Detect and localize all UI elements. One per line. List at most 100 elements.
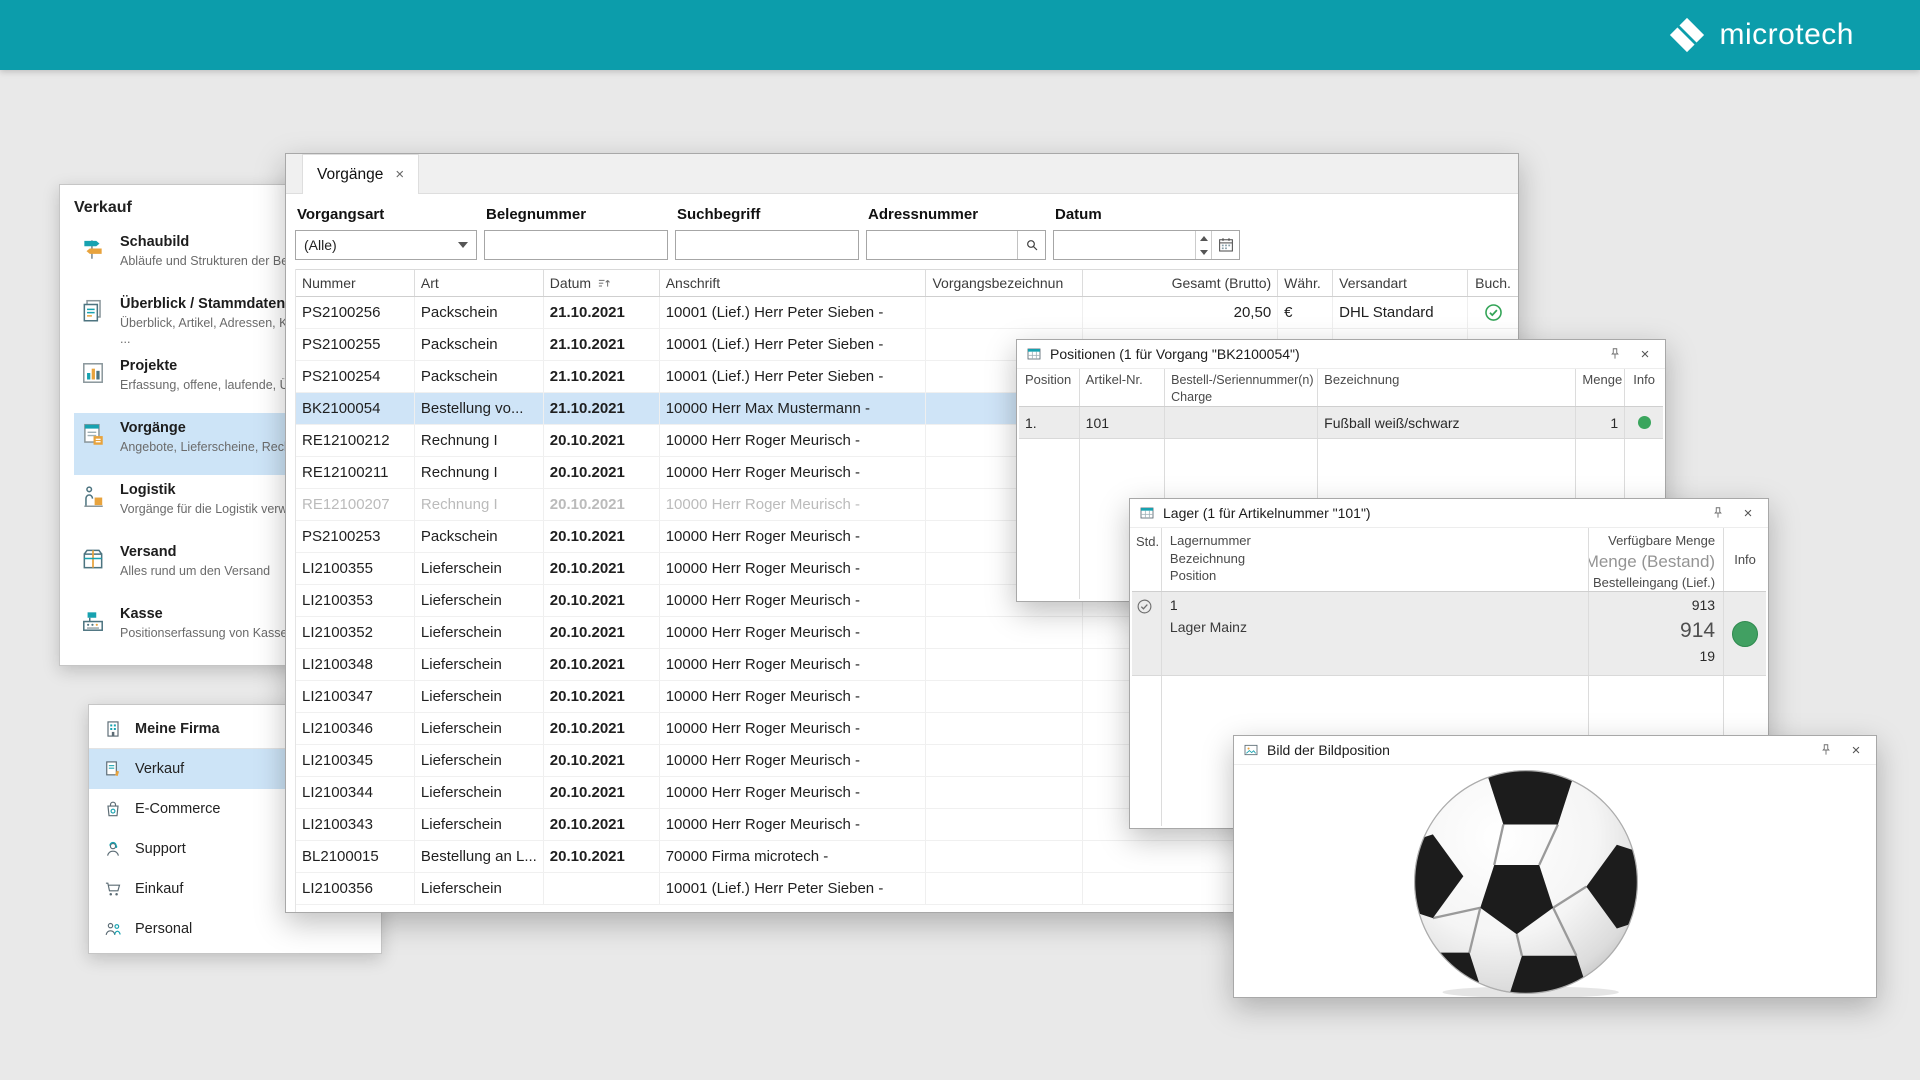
- column-header-gesamt[interactable]: Gesamt (Brutto): [1083, 270, 1278, 296]
- column-header-anschrift[interactable]: Anschrift: [660, 270, 927, 296]
- cell-datum: 20.10.2021: [544, 585, 660, 616]
- column-header-waehrung[interactable]: Währ.: [1278, 270, 1333, 296]
- filter-belegnummer: Belegnummer: [484, 204, 668, 260]
- cell-versandart: DHL Standard: [1333, 297, 1468, 328]
- booked-check-icon: [1484, 303, 1503, 322]
- adressnummer-label: Adressnummer: [868, 206, 1046, 223]
- cell-datum: 20.10.2021: [544, 809, 660, 840]
- column-header-mengen[interactable]: Verfügbare Menge Menge (Bestand) Bestell…: [1589, 528, 1725, 591]
- microtech-logo-icon: [1668, 16, 1706, 54]
- cell-anschrift: 10000 Herr Roger Meurisch -: [660, 617, 927, 648]
- module-item-icon: [103, 919, 123, 939]
- datum-input[interactable]: [1054, 231, 1195, 259]
- column-header-datum[interactable]: Datum: [544, 270, 660, 296]
- cell-datum: 20.10.2021: [544, 745, 660, 776]
- spin-down-button[interactable]: [1196, 245, 1211, 259]
- column-header-art[interactable]: Art: [415, 270, 544, 296]
- image-icon: [1243, 742, 1259, 758]
- adressnummer-input[interactable]: [867, 231, 1017, 259]
- column-header-artikel-nr[interactable]: Artikel-Nr.: [1080, 369, 1165, 406]
- cell-anschrift: 10000 Herr Roger Meurisch -: [660, 681, 927, 712]
- module-item[interactable]: Personal: [89, 909, 381, 949]
- cell-datum: 21.10.2021: [544, 329, 660, 360]
- nav-item-icon: [80, 482, 110, 515]
- column-header-bestellnummer[interactable]: Bestell-/Seriennummer(n) Charge: [1165, 369, 1318, 406]
- positionen-title-bar[interactable]: Positionen (1 für Vorgang "BK2100054") ×: [1017, 340, 1665, 369]
- suchbegriff-label: Suchbegriff: [677, 206, 859, 223]
- module-item-label: Einkauf: [135, 881, 183, 897]
- cell-mengen: 913 914 19: [1589, 592, 1725, 675]
- column-header-vorgangsbezeichnung[interactable]: Vorgangsbezeichnun: [926, 270, 1083, 296]
- spin-up-button[interactable]: [1196, 231, 1211, 245]
- cell-nummer: BL2100015: [296, 841, 415, 872]
- soccer-ball-image: [1410, 766, 1642, 997]
- cell-buchung: [1468, 297, 1518, 328]
- calendar-button[interactable]: [1211, 231, 1239, 259]
- cell-nummer: PS2100254: [296, 361, 415, 392]
- nav-item-label: Versand: [120, 544, 270, 560]
- close-button[interactable]: ×: [1737, 502, 1759, 524]
- cell-nummer: RE12100212: [296, 425, 415, 456]
- table-icon: [1026, 346, 1042, 362]
- vorgang-row[interactable]: PS2100256 Packschein 21.10.2021 10001 (L…: [296, 297, 1518, 329]
- column-header-info[interactable]: Info: [1724, 528, 1766, 591]
- pin-button[interactable]: [1707, 502, 1729, 524]
- filter-bar: Vorgangsart (Alle) Belegnummer Suchbegri…: [286, 194, 1518, 269]
- column-header-nummer[interactable]: Nummer: [296, 270, 415, 296]
- cell-art: Bestellung vo...: [415, 393, 544, 424]
- lager-title-bar[interactable]: Lager (1 für Artikelnummer "101") ×: [1130, 499, 1768, 528]
- cell-bezeichnung: Fußball weiß/schwarz: [1318, 407, 1576, 438]
- cell-datum: 20.10.2021: [544, 777, 660, 808]
- cell-vorgangsbezeichnung: [926, 841, 1083, 872]
- cell-vorgangsbezeichnung: [926, 745, 1083, 776]
- cell-anschrift: 10000 Herr Roger Meurisch -: [660, 713, 927, 744]
- status-dot-green: [1638, 416, 1651, 429]
- module-item-label: Personal: [135, 921, 192, 937]
- suchbegriff-input[interactable]: [676, 231, 858, 259]
- column-header-position[interactable]: Position: [1019, 369, 1080, 406]
- column-header-buchung[interactable]: Buch.: [1468, 270, 1518, 296]
- nav-item-icon: [80, 420, 110, 453]
- cell-art: Lieferschein: [415, 585, 544, 616]
- column-header-versandart[interactable]: Versandart: [1333, 270, 1468, 296]
- cell-anschrift: 10000 Herr Roger Meurisch -: [660, 649, 927, 680]
- cell-anschrift: 10000 Herr Max Mustermann -: [660, 393, 927, 424]
- position-row[interactable]: 1. 101 Fußball weiß/schwarz 1: [1019, 407, 1663, 439]
- pin-button[interactable]: [1604, 343, 1626, 365]
- module-item-label: Verkauf: [135, 761, 184, 777]
- calendar-icon: [1217, 236, 1235, 254]
- cell-datum: 21.10.2021: [544, 297, 660, 328]
- tab-vorgaenge[interactable]: Vorgänge ×: [302, 154, 419, 194]
- vorgangsart-select[interactable]: (Alle): [295, 230, 477, 260]
- tab-close-icon[interactable]: ×: [395, 166, 404, 183]
- cell-anschrift: 10000 Herr Roger Meurisch -: [660, 745, 927, 776]
- cell-art: Packschein: [415, 521, 544, 552]
- column-header-standard[interactable]: Std.: [1132, 528, 1162, 591]
- cell-anschrift: 10000 Herr Roger Meurisch -: [660, 553, 927, 584]
- positionen-table-header: Position Artikel-Nr. Bestell-/Seriennumm…: [1019, 369, 1663, 407]
- lager-row[interactable]: 1 Lager Mainz 913 914 19: [1132, 592, 1766, 676]
- cell-anschrift: 10001 (Lief.) Herr Peter Sieben -: [660, 873, 927, 904]
- column-header-lagernummer[interactable]: Lagernummer Bezeichnung Position: [1162, 528, 1589, 591]
- nav-item-icon: [80, 606, 110, 639]
- cell-art: Rechnung I: [415, 489, 544, 520]
- cell-datum: 20.10.2021: [544, 681, 660, 712]
- close-button[interactable]: ×: [1634, 343, 1656, 365]
- close-button[interactable]: ×: [1845, 739, 1867, 761]
- bild-title-bar[interactable]: Bild der Bildposition ×: [1234, 736, 1876, 765]
- brand-name: microtech: [1719, 18, 1854, 52]
- pin-button[interactable]: [1815, 739, 1837, 761]
- column-header-menge[interactable]: Menge: [1576, 369, 1625, 406]
- cell-nummer: LI2100352: [296, 617, 415, 648]
- cell-datum: 20.10.2021: [544, 425, 660, 456]
- module-item-label: E-Commerce: [135, 801, 220, 817]
- cell-position: 1.: [1019, 407, 1080, 438]
- column-header-bezeichnung[interactable]: Bezeichnung: [1318, 369, 1576, 406]
- module-item-icon: [103, 879, 123, 899]
- column-header-info[interactable]: Info: [1625, 369, 1663, 406]
- belegnummer-input[interactable]: [485, 231, 667, 259]
- cell-anschrift: 10001 (Lief.) Herr Peter Sieben -: [660, 361, 927, 392]
- cell-art: Lieferschein: [415, 649, 544, 680]
- address-search-button[interactable]: [1017, 231, 1045, 259]
- cell-anschrift: 10001 (Lief.) Herr Peter Sieben -: [660, 329, 927, 360]
